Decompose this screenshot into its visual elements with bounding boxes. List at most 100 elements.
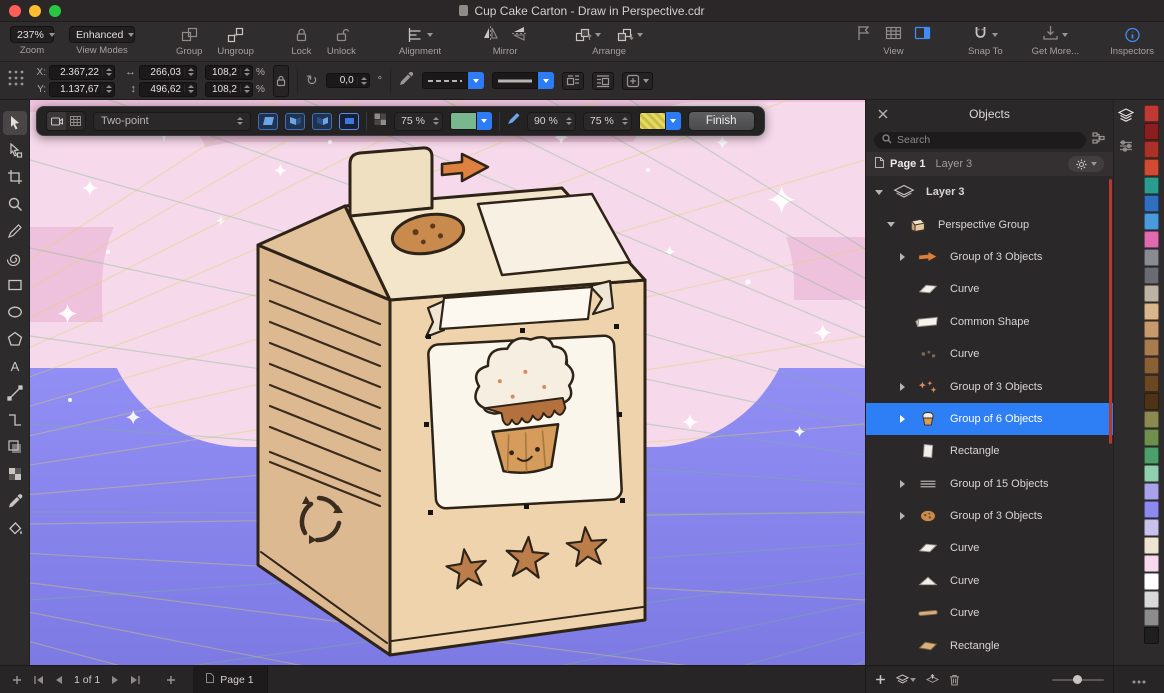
- disclosure-triangle-icon[interactable]: [900, 253, 905, 261]
- interactive-fill-tool[interactable]: [3, 516, 27, 540]
- palette-swatch[interactable]: [1144, 231, 1159, 248]
- previous-page-icon[interactable]: [55, 675, 63, 685]
- add-page-after-button[interactable]: [166, 675, 176, 685]
- canvas-illustration[interactable]: [30, 100, 865, 665]
- delete-object-button[interactable]: [949, 674, 960, 686]
- plane-floor-button[interactable]: [339, 113, 359, 130]
- objects-tree-item[interactable]: Rectangle: [866, 629, 1113, 661]
- disclosure-triangle-icon[interactable]: [900, 480, 905, 488]
- rotation-angle-field[interactable]: 0,0: [326, 73, 370, 88]
- rectangle-tool[interactable]: [3, 273, 27, 297]
- effects-select[interactable]: [622, 72, 653, 90]
- maximize-window-button[interactable]: [49, 5, 61, 17]
- grid-opacity-field[interactable]: 75 %: [394, 112, 443, 131]
- connector-tool[interactable]: [3, 408, 27, 432]
- objects-tree-item[interactable]: Curve: [866, 338, 1113, 370]
- palette-swatch[interactable]: [1144, 375, 1159, 392]
- perspective-type-select[interactable]: Two-point: [93, 112, 251, 131]
- page-flag-icon[interactable]: [856, 25, 873, 46]
- palette-swatch[interactable]: [1144, 141, 1159, 158]
- minimize-window-button[interactable]: [29, 5, 41, 17]
- inspector-panel-icon[interactable]: [914, 25, 931, 46]
- palette-swatch[interactable]: [1144, 177, 1159, 194]
- active-page-row[interactable]: Page 1 Layer 3: [866, 152, 1113, 176]
- horizon-opacity-field[interactable]: 90 %: [527, 112, 576, 131]
- tree-view-icon[interactable]: [1092, 131, 1105, 149]
- freehand-tool[interactable]: [3, 219, 27, 243]
- ungroup-button[interactable]: Ungroup: [217, 26, 253, 57]
- objects-tree-item[interactable]: Rectangle: [866, 435, 1113, 467]
- palette-swatch[interactable]: [1144, 357, 1159, 374]
- disclosure-triangle-icon[interactable]: [875, 190, 883, 195]
- x-position-field[interactable]: 2.367,22: [49, 65, 115, 80]
- palette-swatch[interactable]: [1144, 123, 1159, 140]
- palette-swatch[interactable]: [1144, 465, 1159, 482]
- palette-swatch[interactable]: [1144, 339, 1159, 356]
- chevron-down-icon[interactable]: [538, 72, 554, 89]
- outline-style-select[interactable]: [422, 72, 484, 89]
- palette-swatch[interactable]: [1144, 195, 1159, 212]
- inspectors-button[interactable]: Inspectors: [1110, 26, 1154, 57]
- palette-swatch[interactable]: [1144, 321, 1159, 338]
- palette-swatch[interactable]: [1144, 411, 1159, 428]
- lattice-icon[interactable]: [7, 69, 25, 92]
- shape-tool[interactable]: [3, 138, 27, 162]
- mirror-horizontal-icon[interactable]: [482, 25, 499, 46]
- text-flow-button[interactable]: [592, 72, 614, 90]
- zoom-select[interactable]: 237%: [10, 26, 54, 43]
- palette-swatch[interactable]: [1144, 573, 1159, 590]
- chevron-down-icon[interactable]: [666, 112, 681, 130]
- lock-button[interactable]: Lock: [291, 26, 312, 57]
- mirror-vertical-icon[interactable]: [511, 25, 528, 46]
- finish-button[interactable]: Finish: [688, 111, 755, 131]
- new-layer-button[interactable]: [895, 674, 916, 686]
- palette-swatch[interactable]: [1144, 447, 1159, 464]
- disclosure-triangle-icon[interactable]: [900, 383, 905, 391]
- objects-tree-item[interactable]: Curve: [866, 532, 1113, 564]
- layer-options-button[interactable]: [1068, 156, 1104, 172]
- view-mode-select[interactable]: Enhanced: [69, 26, 135, 43]
- palette-swatch[interactable]: [1144, 267, 1159, 284]
- objects-tree-item[interactable]: Common Shape: [866, 306, 1113, 338]
- objects-tree-item[interactable]: Group of 3 Objects: [866, 500, 1113, 532]
- plane-left-button[interactable]: [285, 113, 305, 130]
- objects-inspector-icon[interactable]: [1118, 108, 1134, 127]
- objects-tree-item[interactable]: Curve: [866, 565, 1113, 597]
- attributes-eyedropper-icon[interactable]: [399, 71, 414, 91]
- lock-ratio-button[interactable]: [273, 65, 289, 97]
- disclosure-triangle-icon[interactable]: [887, 222, 895, 227]
- palette-swatch[interactable]: [1144, 609, 1159, 626]
- properties-inspector-icon[interactable]: [1119, 139, 1133, 157]
- text-tool[interactable]: A: [3, 354, 27, 378]
- next-page-icon[interactable]: [111, 675, 119, 685]
- line-tool[interactable]: [3, 381, 27, 405]
- more-options-icon[interactable]: [1132, 671, 1146, 689]
- scene-toggle[interactable]: [46, 111, 86, 131]
- drawing-canvas[interactable]: Two-point 75 % 90 % 75 %: [30, 100, 865, 665]
- drop-shadow-tool[interactable]: [3, 435, 27, 459]
- rotate-icon[interactable]: ↻: [306, 72, 318, 89]
- palette-swatch[interactable]: [1144, 159, 1159, 176]
- grid-view-icon[interactable]: [885, 25, 902, 46]
- palette-swatch[interactable]: [1144, 285, 1159, 302]
- palette-swatch[interactable]: [1144, 537, 1159, 554]
- palette-swatch[interactable]: [1144, 105, 1159, 122]
- y-position-field[interactable]: 1.137,67: [49, 82, 115, 97]
- chevron-down-icon[interactable]: [468, 72, 484, 89]
- plane-top-button[interactable]: [258, 113, 278, 130]
- close-window-button[interactable]: [9, 5, 21, 17]
- palette-swatch[interactable]: [1144, 591, 1159, 608]
- page-tab[interactable]: Page 1: [193, 666, 267, 693]
- disclosure-triangle-icon[interactable]: [900, 512, 905, 520]
- palette-swatch[interactable]: [1144, 393, 1159, 410]
- eyedropper-tool[interactable]: [3, 489, 27, 513]
- floor-opacity-field[interactable]: 75 %: [583, 112, 632, 131]
- artistic-media-tool[interactable]: [3, 246, 27, 270]
- disclosure-triangle-icon[interactable]: [900, 415, 905, 423]
- palette-swatch[interactable]: [1144, 501, 1159, 518]
- objects-tree-item[interactable]: Group of 3 Objects: [866, 370, 1113, 402]
- group-button[interactable]: Group: [176, 26, 202, 57]
- palette-swatch[interactable]: [1144, 213, 1159, 230]
- search-field[interactable]: [874, 132, 1086, 149]
- add-object-button[interactable]: [875, 674, 886, 685]
